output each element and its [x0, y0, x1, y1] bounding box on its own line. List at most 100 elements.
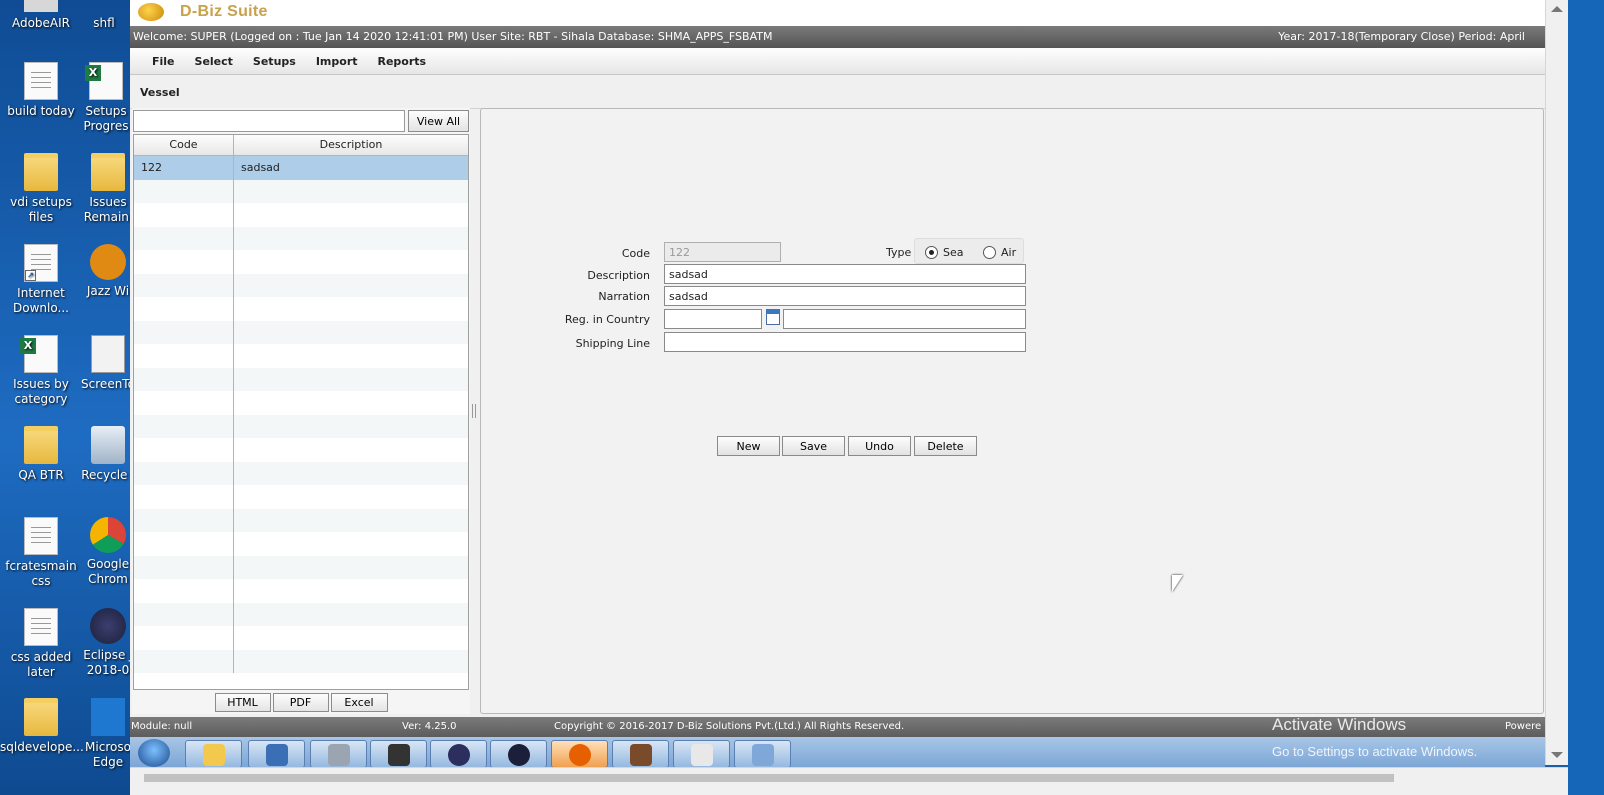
desktop-icon-recycle-bin[interactable]: Recycle I [80, 426, 133, 483]
taskbar-app-10[interactable] [734, 740, 791, 768]
excel-icon [85, 62, 123, 100]
scroll-down-icon[interactable] [1551, 752, 1563, 758]
table-row[interactable] [134, 532, 468, 556]
cell-code [134, 438, 234, 462]
table-row[interactable] [134, 367, 468, 391]
reg-country-label: Reg. in Country [564, 313, 650, 326]
type-radio-group: Type Sea Air [886, 238, 1024, 264]
column-header-code[interactable]: Code [134, 135, 234, 155]
table-row[interactable] [134, 391, 468, 415]
table-row[interactable] [134, 203, 468, 227]
reg-country-code-field[interactable] [664, 309, 762, 329]
folder-icon [91, 153, 125, 191]
table-row[interactable] [134, 438, 468, 462]
vertical-scrollbar[interactable] [1545, 0, 1568, 765]
panel-splitter-handle[interactable] [472, 404, 477, 418]
table-row[interactable] [134, 461, 468, 485]
horizontal-scrollbar[interactable] [130, 767, 1568, 795]
desktop-icon-build-today[interactable]: build today [0, 62, 82, 119]
taskbar-notepad[interactable] [673, 740, 730, 768]
desktop-icon-adobe-air[interactable]: AdobeAIR [0, 0, 82, 31]
table-row[interactable]: 122 sadsad [134, 156, 468, 180]
table-row[interactable] [134, 555, 468, 580]
taskbar-eclipse-1[interactable] [430, 740, 487, 768]
table-row[interactable] [134, 297, 468, 321]
taskbar-explorer[interactable] [185, 740, 242, 768]
vessel-grid: Code Description 122 sadsad [133, 134, 469, 690]
reg-country-name-field[interactable] [783, 309, 1026, 329]
desktop-icon-fcratesmain[interactable]: fcratesmain css [0, 517, 82, 589]
desktop-icon-css-added-later[interactable]: css added later [0, 608, 82, 680]
taskbar-app-2[interactable] [248, 740, 305, 768]
cell-description [234, 438, 468, 462]
table-row[interactable] [134, 273, 468, 297]
type-sea-radio[interactable] [925, 246, 938, 259]
view-all-button[interactable]: View All [408, 110, 469, 132]
table-row[interactable] [134, 579, 468, 603]
table-row[interactable] [134, 602, 468, 626]
table-row[interactable] [134, 250, 468, 274]
narration-field[interactable] [664, 286, 1026, 306]
table-row[interactable] [134, 226, 468, 250]
column-header-description[interactable]: Description [234, 135, 468, 155]
taskbar-flashbuilder[interactable] [370, 740, 427, 768]
scroll-up-icon[interactable] [1551, 6, 1563, 12]
shipping-line-field[interactable] [664, 332, 1026, 352]
taskbar-database[interactable] [310, 740, 367, 768]
start-button-icon[interactable] [138, 739, 170, 767]
table-row[interactable] [134, 320, 468, 344]
desktop-icon-eclipse[interactable]: Eclipse J 2018-0 [80, 608, 133, 678]
search-input[interactable] [133, 110, 405, 132]
menu-select[interactable]: Select [185, 55, 243, 68]
export-excel-button[interactable]: Excel [330, 692, 388, 712]
screen-tool-icon [91, 335, 125, 373]
export-html-button[interactable]: HTML [214, 692, 271, 712]
table-row[interactable] [134, 626, 468, 650]
cell-description [234, 650, 468, 674]
save-button[interactable]: Save [782, 436, 845, 456]
taskbar-firefox[interactable] [551, 740, 608, 768]
table-row[interactable] [134, 649, 468, 674]
description-field[interactable] [664, 264, 1026, 284]
new-button[interactable]: New [717, 436, 780, 456]
taskbar-java-ee[interactable] [612, 740, 669, 768]
desktop-icon-screen-tool[interactable]: ScreenTo [80, 335, 133, 392]
desktop-icon-sqldeveloper[interactable]: sqldevelope... [0, 698, 84, 755]
desktop-icon-shfl[interactable]: shfl [76, 0, 132, 31]
horizontal-scroll-thumb[interactable] [144, 774, 1394, 782]
desktop-icon-jazz[interactable]: Jazz Wi [80, 244, 133, 299]
table-row[interactable] [134, 179, 468, 203]
lookup-icon[interactable] [766, 309, 780, 325]
type-air-radio[interactable] [983, 246, 996, 259]
desktop-icon-internet-download[interactable]: ↗ Internet Downlo... [0, 244, 82, 316]
cell-description: sadsad [241, 161, 280, 174]
menu-file[interactable]: File [142, 55, 185, 68]
type-label: Type [886, 246, 912, 259]
table-row[interactable] [134, 508, 468, 532]
desktop-icon-issues-by-category[interactable]: Issues by category [0, 335, 82, 407]
undo-button[interactable]: Undo [848, 436, 911, 456]
java-ee-icon [630, 744, 652, 766]
desktop-icon-vdi-setups[interactable]: vdi setups files [0, 153, 82, 225]
text-file-icon [24, 517, 58, 555]
desktop-icon-edge[interactable]: Microso Edge [80, 698, 133, 770]
eclipse-icon [508, 744, 530, 766]
menu-import[interactable]: Import [306, 55, 368, 68]
cell-code [134, 367, 234, 391]
delete-button[interactable]: Delete [914, 436, 977, 456]
menu-setups[interactable]: Setups [243, 55, 306, 68]
menu-reports[interactable]: Reports [368, 55, 437, 68]
desktop-icon-issues-remaining[interactable]: Issues Remaini [80, 153, 133, 225]
code-field [664, 242, 781, 262]
cell-description [234, 556, 468, 580]
window-icon [752, 744, 774, 766]
desktop-icon-setups-progress[interactable]: Setups Progres [76, 62, 133, 134]
table-row[interactable] [134, 344, 468, 368]
taskbar-eclipse-2[interactable] [490, 740, 547, 768]
table-row[interactable] [134, 414, 468, 438]
app-title: D-Biz Suite [180, 3, 268, 20]
desktop-icon-chrome[interactable]: Google Chrom [80, 517, 133, 587]
table-row[interactable] [134, 485, 468, 509]
desktop-icon-qa-btr[interactable]: QA BTR [0, 426, 82, 483]
export-pdf-button[interactable]: PDF [272, 692, 329, 712]
